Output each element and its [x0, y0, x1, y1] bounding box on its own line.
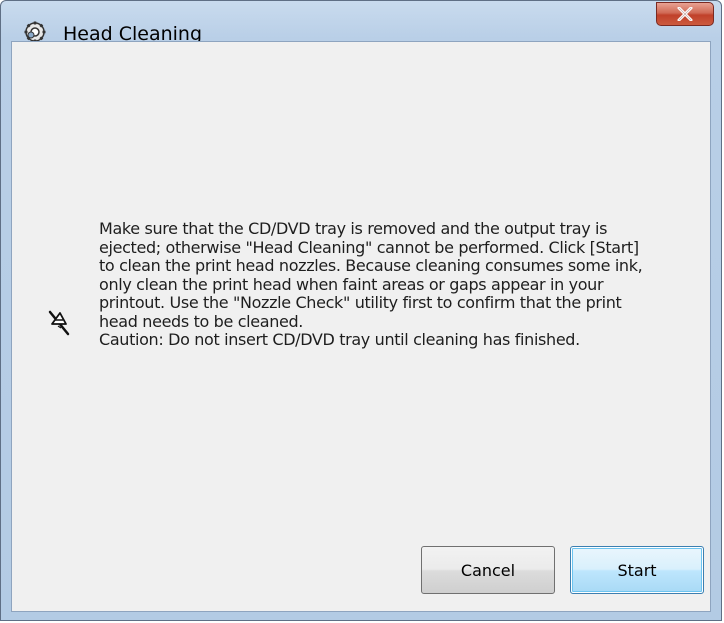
head-cleaning-window: Head Cleaning Make sure that the CD/DVD …	[0, 0, 722, 621]
instruction-text: Make sure that the CD/DVD tray is remove…	[99, 219, 643, 349]
title-bar[interactable]: Head Cleaning	[1, 1, 721, 45]
cancel-button[interactable]: Cancel	[421, 546, 555, 594]
print-head-icon	[46, 308, 74, 338]
close-button[interactable]	[656, 2, 714, 26]
start-button[interactable]: Start	[570, 546, 704, 594]
printer-gear-icon	[24, 21, 46, 43]
close-icon	[677, 7, 693, 21]
instruction-message: Make sure that the CD/DVD tray is remove…	[99, 219, 689, 350]
dialog-body: Make sure that the CD/DVD tray is remove…	[11, 41, 711, 612]
